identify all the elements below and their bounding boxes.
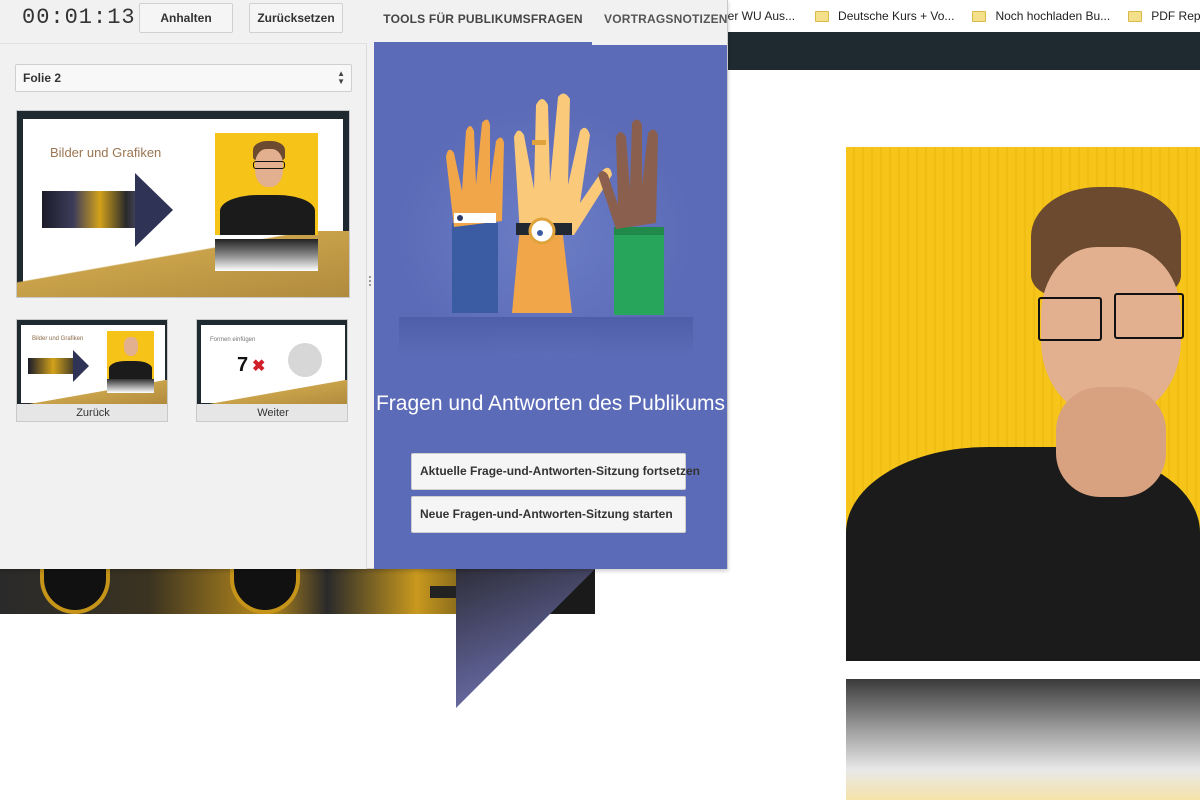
bookmark-label: Deutsche Kurs + Vo... bbox=[838, 9, 955, 23]
updown-caret-icon: ▲ ▼ bbox=[337, 69, 345, 86]
folder-icon bbox=[1128, 10, 1143, 22]
arrow-shape bbox=[456, 568, 596, 708]
bookmark-item[interactable]: PDF Repor bbox=[1128, 9, 1200, 23]
slide-photo bbox=[107, 331, 154, 379]
car-wheel bbox=[230, 568, 300, 614]
current-slide-preview: Bilder und Grafiken bbox=[16, 110, 350, 298]
slide-title: Bilder und Grafiken bbox=[32, 336, 84, 342]
bookmark-item[interactable]: Noch hochladen Bu... bbox=[972, 9, 1110, 23]
bookmark-label: Noch hochladen Bu... bbox=[995, 9, 1111, 23]
slide-photo bbox=[215, 133, 318, 235]
pause-button[interactable]: Anhalten bbox=[139, 3, 233, 33]
illustration-floor bbox=[399, 317, 693, 355]
continue-qa-session-button[interactable]: Aktuelle Frage-und-Antworten-Sitzung for… bbox=[411, 453, 700, 490]
audience-qa-panel: Fragen und Antworten des Publikums Aktue… bbox=[374, 45, 727, 569]
presenter-view-window: 00:01:13 Anhalten Zurücksetzen Folie 2 ▲… bbox=[0, 0, 728, 569]
previous-slide-thumbnail[interactable]: Bilder und Grafiken Zurück bbox=[16, 319, 168, 422]
slide-title: Formen einfügen bbox=[210, 337, 256, 343]
next-slide-caption: Weiter bbox=[197, 404, 347, 421]
presenter-photo bbox=[846, 147, 1200, 661]
person-figure bbox=[107, 331, 154, 379]
person-face bbox=[124, 337, 138, 356]
slide-photo-reflection bbox=[107, 379, 154, 393]
arrow-shape bbox=[73, 350, 89, 382]
car-image bbox=[28, 358, 78, 374]
slide-header-bar bbox=[727, 32, 1200, 70]
slide-number-graphic: 7 bbox=[237, 354, 249, 376]
photo-reflection bbox=[846, 679, 1200, 800]
person-figure bbox=[846, 147, 1200, 661]
resize-handle[interactable] bbox=[369, 276, 371, 286]
timer-bar: 00:01:13 Anhalten Zurücksetzen bbox=[0, 0, 367, 44]
glasses-icon bbox=[253, 161, 285, 169]
bookmark-item[interactable]: Deutsche Kurs + Vo... bbox=[815, 9, 954, 23]
close-x-icon: ✖ bbox=[252, 358, 266, 375]
slide-title: Bilder und Grafiken bbox=[50, 145, 162, 160]
folder-icon bbox=[972, 10, 987, 22]
start-qa-session-button[interactable]: Neue Fragen-und-Antworten-Sitzung starte… bbox=[411, 496, 686, 533]
slide-photo-reflection bbox=[215, 239, 318, 271]
next-slide-thumbnail[interactable]: Formen einfügen 7 ✖ Weiter bbox=[196, 319, 348, 422]
slides-column: 00:01:13 Anhalten Zurücksetzen Folie 2 ▲… bbox=[0, 0, 367, 569]
glasses-icon bbox=[1038, 297, 1102, 341]
tab-bar: TOOLS FÜR PUBLIKUMSFRAGEN VORTRAGSNOTIZE… bbox=[374, 0, 727, 45]
car-wheel bbox=[40, 568, 110, 614]
slide-gold-band bbox=[197, 380, 347, 405]
right-hand bbox=[598, 119, 664, 315]
raised-hands-illustration bbox=[446, 93, 664, 315]
screen: ner WU Aus... Deutsche Kurs + Vo... Noch… bbox=[0, 0, 1200, 800]
car-image bbox=[42, 191, 147, 228]
tab-audience-tools[interactable]: TOOLS FÜR PUBLIKUMSFRAGEN bbox=[374, 0, 592, 45]
previous-slide-caption: Zurück bbox=[17, 404, 167, 421]
bookmark-label: ner WU Aus... bbox=[727, 9, 796, 23]
person-body bbox=[109, 361, 152, 379]
arrow-shape bbox=[135, 173, 173, 247]
timer-display: 00:01:13 bbox=[22, 5, 136, 30]
person-body bbox=[220, 195, 315, 235]
glasses-icon bbox=[1114, 293, 1184, 339]
person-hand bbox=[1056, 387, 1166, 497]
slide-select-value: Folie 2 bbox=[23, 71, 62, 85]
tools-column: TOOLS FÜR PUBLIKUMSFRAGEN VORTRAGSNOTIZE… bbox=[374, 0, 727, 569]
tab-speaker-notes[interactable]: VORTRAGSNOTIZEN bbox=[592, 0, 727, 45]
left-hand bbox=[446, 119, 504, 313]
reset-button[interactable]: Zurücksetzen bbox=[249, 3, 343, 33]
folder-icon bbox=[815, 10, 830, 22]
seal-icon bbox=[288, 343, 322, 377]
person-figure bbox=[215, 133, 318, 235]
bookmark-item[interactable]: ner WU Aus... bbox=[727, 9, 795, 23]
bookmark-label: PDF Repor bbox=[1151, 9, 1200, 23]
bookmarks-bar: ner WU Aus... Deutsche Kurs + Vo... Noch… bbox=[727, 0, 1200, 32]
middle-hand bbox=[512, 93, 612, 313]
qa-heading: Fragen und Antworten des Publikums bbox=[375, 392, 726, 415]
slide-select[interactable]: Folie 2 ▲ ▼ bbox=[15, 64, 352, 92]
